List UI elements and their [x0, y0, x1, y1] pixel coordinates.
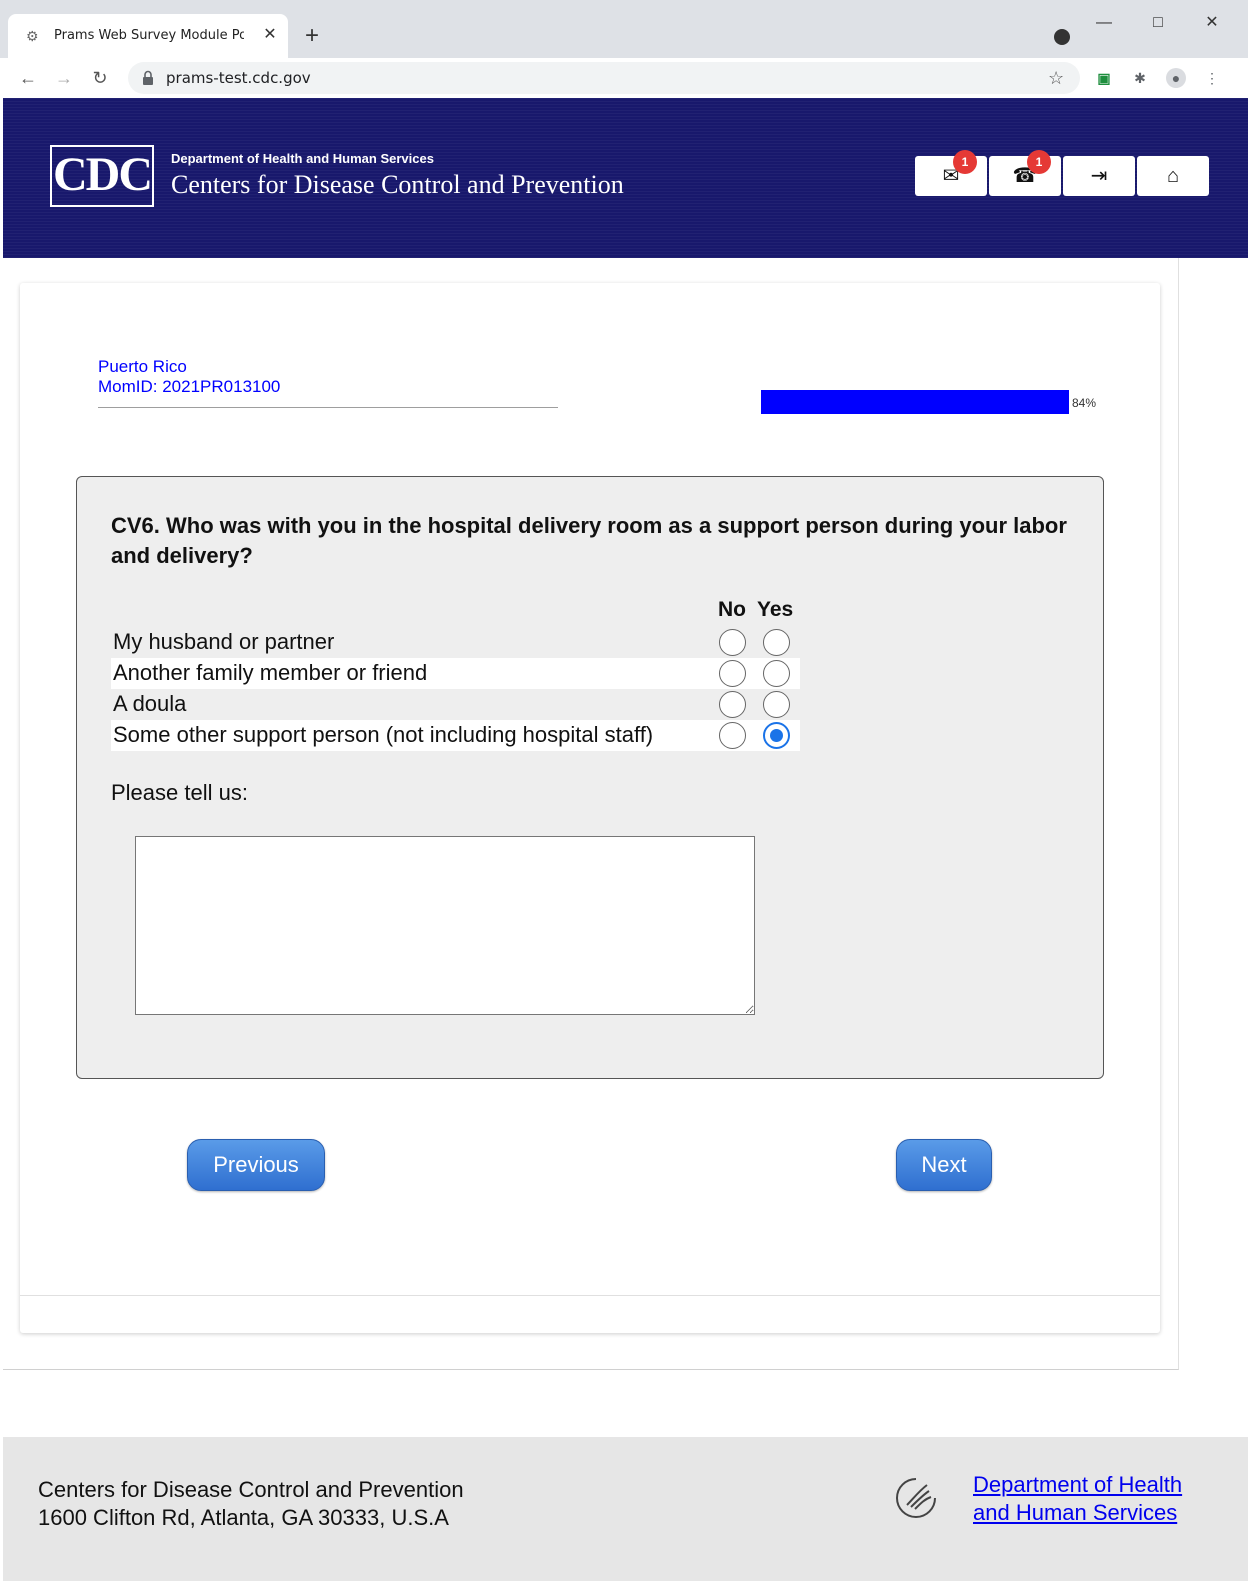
url-text: prams-test.cdc.gov	[166, 69, 311, 87]
hhs-eagle-icon	[896, 1478, 936, 1518]
hhs-link[interactable]: Department of Health	[973, 1472, 1182, 1498]
hhs-link[interactable]: and Human Services	[973, 1500, 1177, 1526]
radio-no[interactable]	[719, 722, 746, 749]
media-control-icon[interactable]	[1054, 29, 1070, 45]
tell-us-textarea[interactable]	[135, 836, 755, 1015]
option-row: A doula	[111, 689, 800, 720]
phone-icon: ☎	[1012, 165, 1038, 187]
back-icon[interactable]: ←	[14, 64, 42, 92]
logout-button[interactable]: ⇥	[1063, 156, 1135, 196]
browser-toolbar: ← → ↻ prams-test.cdc.gov ☆ ▣ ✱ ● ⋮	[0, 58, 1248, 98]
close-tab-icon[interactable]: ✕	[260, 25, 280, 45]
radio-yes[interactable]	[763, 629, 790, 656]
cdc-logo[interactable]: CDC	[50, 145, 154, 207]
home-button[interactable]: ⌂	[1137, 156, 1209, 196]
option-label: Some other support person (not including…	[113, 722, 654, 747]
more-menu-icon[interactable]: ⋮	[1202, 68, 1222, 88]
column-yes-header: Yes	[757, 598, 794, 621]
mom-id-label: MomID: 2021PR013100	[98, 377, 281, 396]
header-button-group: ✉ 1 ☎ 1 ⇥ ⌂	[915, 150, 1209, 196]
column-no-header: No	[718, 598, 746, 621]
tell-us-label: Please tell us:	[111, 780, 248, 805]
question-box: CV6. Who was with you in the hospital de…	[76, 476, 1104, 1079]
progress-bar	[761, 390, 1069, 414]
agency-name: Centers for Disease Control and Preventi…	[171, 170, 624, 199]
state-label: Puerto Rico	[98, 357, 187, 376]
phone-badge: 1	[1027, 150, 1051, 174]
page-footer: Centers for Disease Control and Preventi…	[3, 1437, 1248, 1581]
minimize-icon[interactable]: —	[1084, 8, 1124, 38]
option-label: My husband or partner	[113, 629, 335, 654]
footer-address: 1600 Clifton Rd, Atlanta, GA 30333, U.S.…	[38, 1505, 449, 1530]
address-bar[interactable]: prams-test.cdc.gov ☆	[128, 62, 1080, 94]
browser-tab[interactable]: ⚙ Prams Web Survey Module Porta ✕	[8, 14, 288, 58]
radio-yes[interactable]	[763, 660, 790, 687]
radio-no[interactable]	[719, 629, 746, 656]
bookmark-star-icon[interactable]: ☆	[1048, 66, 1064, 90]
extension-icon[interactable]: ▣	[1094, 68, 1114, 88]
card-divider	[20, 1295, 1160, 1296]
footer-org: Centers for Disease Control and Preventi…	[38, 1477, 464, 1502]
mail-badge: 1	[953, 150, 977, 174]
department-label: Department of Health and Human Services	[171, 151, 434, 166]
phone-button[interactable]: ☎ 1	[989, 150, 1061, 196]
option-label: Another family member or friend	[113, 660, 428, 685]
new-tab-icon[interactable]: +	[300, 24, 324, 48]
question-text: CV6. Who was with you in the hospital de…	[111, 513, 1067, 568]
tab-title: Prams Web Survey Module Porta	[54, 28, 244, 43]
window-close-icon[interactable]: ✕	[1192, 8, 1232, 38]
sign-out-icon: ⇥	[1090, 165, 1108, 187]
radio-no[interactable]	[719, 691, 746, 718]
option-row: Some other support person (not including…	[111, 720, 800, 751]
maximize-icon[interactable]: □	[1138, 8, 1178, 38]
profile-icon[interactable]: ●	[1166, 68, 1186, 88]
progress-percent: 84%	[1072, 396, 1097, 410]
puzzle-icon[interactable]: ✱	[1130, 68, 1150, 88]
lock-icon	[143, 70, 153, 85]
option-row: Another family member or friend	[111, 658, 800, 689]
home-icon: ⌂	[1166, 165, 1180, 187]
site-header: CDC Department of Health and Human Servi…	[3, 98, 1248, 258]
reload-icon[interactable]: ↻	[86, 64, 114, 92]
browser-tab-bar: ⚙ Prams Web Survey Module Porta ✕ + — □ …	[0, 0, 1248, 58]
option-row: My husband or partner	[111, 627, 800, 658]
divider	[98, 407, 558, 408]
radio-yes[interactable]	[763, 691, 790, 718]
favicon-icon: ⚙	[26, 28, 39, 44]
survey-card: Puerto Rico MomID: 2021PR013100 84% CV6.…	[20, 283, 1160, 1333]
option-label: A doula	[113, 691, 187, 716]
messages-button[interactable]: ✉ 1	[915, 150, 987, 196]
radio-yes[interactable]	[763, 722, 790, 749]
previous-button[interactable]: Previous	[187, 1139, 325, 1191]
radio-no[interactable]	[719, 660, 746, 687]
next-button[interactable]: Next	[896, 1139, 992, 1191]
mail-icon: ✉	[942, 165, 960, 187]
forward-icon[interactable]: →	[50, 64, 78, 92]
progress-fill	[761, 390, 1069, 414]
